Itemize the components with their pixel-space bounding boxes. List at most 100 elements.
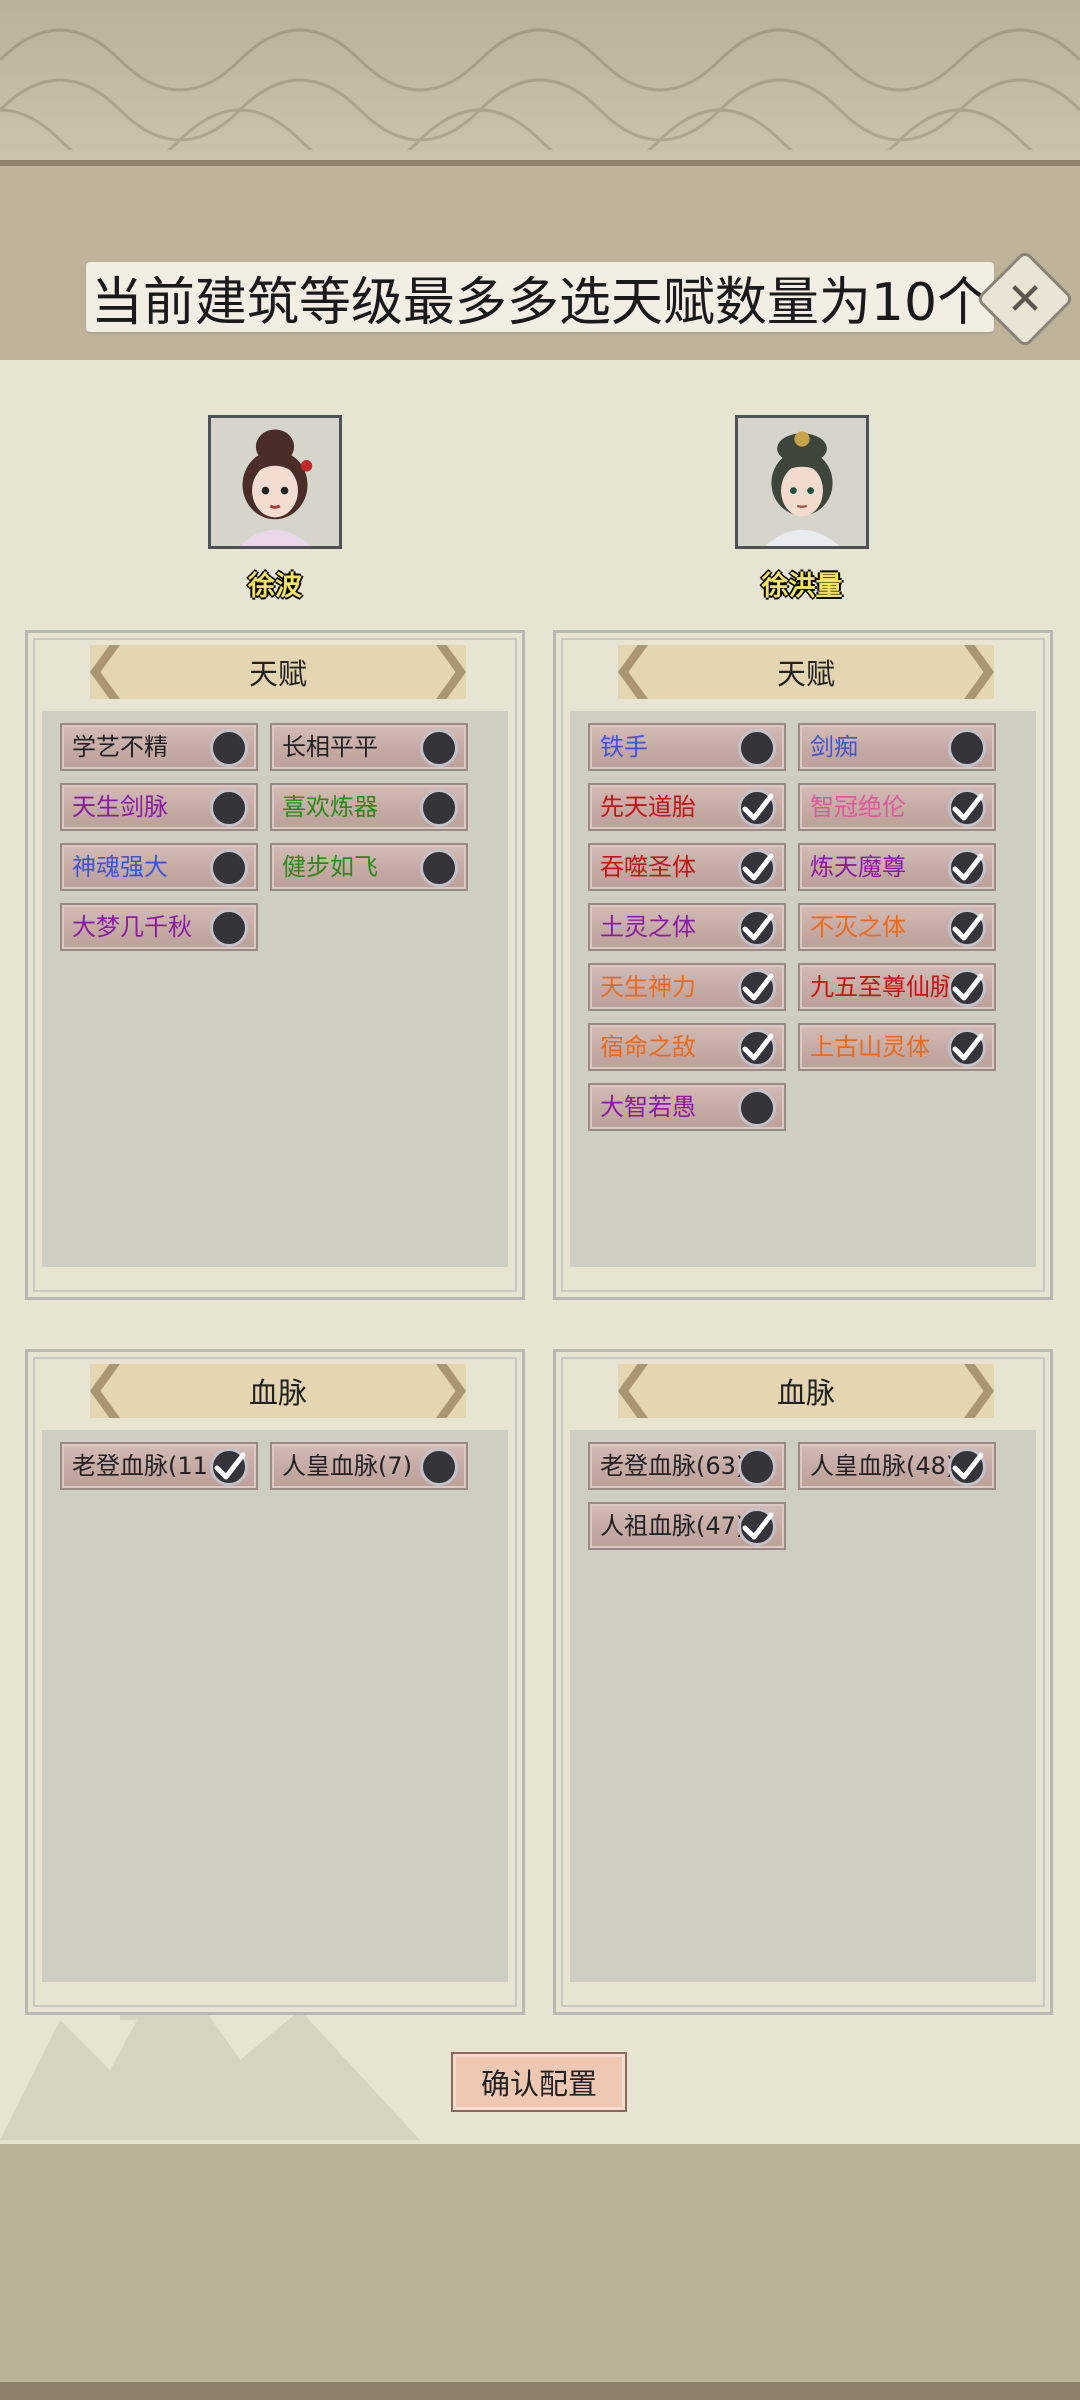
chevron-left-icon — [618, 645, 648, 699]
option-label: 吞噬圣体 — [600, 853, 696, 881]
option-label: 天生剑脉 — [72, 793, 168, 821]
option-label: 人祖血脉(47) — [600, 1512, 746, 1540]
top-decor-band — [0, 0, 1080, 166]
unchecked-toggle-icon[interactable] — [948, 729, 986, 767]
option-chip[interactable]: 人皇血脉(7) — [270, 1442, 468, 1490]
option-chip[interactable]: 大梦几千秋 — [60, 903, 258, 951]
option-chip[interactable]: 人皇血脉(48) — [798, 1442, 996, 1490]
unchecked-toggle-icon[interactable] — [210, 729, 248, 767]
talent-section-character-1: 天赋 学艺不精 长相平平天生剑脉 喜欢炼器 神魂强大 健步如飞大梦几千秋 — [25, 630, 525, 1300]
option-label: 不灭之体 — [810, 913, 906, 941]
option-label: 上古山灵体 — [810, 1033, 930, 1061]
checkmark-icon[interactable] — [738, 789, 776, 827]
option-label: 天生神力 — [600, 973, 696, 1001]
option-label: 大智若愚 — [600, 1093, 696, 1121]
checkmark-icon[interactable] — [948, 789, 986, 827]
unchecked-toggle-icon[interactable] — [420, 729, 458, 767]
option-label: 铁手 — [600, 733, 648, 761]
option-label: 喜欢炼器 — [282, 793, 378, 821]
option-chip[interactable]: 喜欢炼器 — [270, 783, 468, 831]
checkmark-icon[interactable] — [738, 849, 776, 887]
talent-list-area: 铁手 剑痴先天道胎 智冠绝伦吞噬圣体 炼天魔尊土灵之体 不灭之体天生神力 九五至尊仙脉宿命… — [570, 711, 1036, 1267]
option-chip[interactable]: 九五至尊仙脉 — [798, 963, 996, 1011]
checkmark-icon[interactable] — [948, 849, 986, 887]
option-chip[interactable]: 天生剑脉 — [60, 783, 258, 831]
option-label: 先天道胎 — [600, 793, 696, 821]
option-chip[interactable]: 学艺不精 — [60, 723, 258, 771]
chevron-right-icon — [964, 645, 994, 699]
option-chip[interactable]: 上古山灵体 — [798, 1023, 996, 1071]
talent-grid: 学艺不精 长相平平天生剑脉 喜欢炼器 神魂强大 健步如飞大梦几千秋 — [60, 723, 492, 951]
option-chip[interactable]: 铁手 — [588, 723, 786, 771]
talent-list-area: 学艺不精 长相平平天生剑脉 喜欢炼器 神魂强大 健步如飞大梦几千秋 — [42, 711, 508, 1267]
unchecked-toggle-icon[interactable] — [210, 909, 248, 947]
option-label: 土灵之体 — [600, 913, 696, 941]
option-chip[interactable]: 炼天魔尊 — [798, 843, 996, 891]
cloud-pattern-icon — [0, 28, 1080, 150]
chevron-right-icon — [436, 1364, 466, 1418]
bloodline-grid: 老登血脉(63) 人皇血脉(48) 人祖血脉(47) — [588, 1442, 1020, 1550]
option-label: 人皇血脉(7) — [282, 1452, 412, 1480]
bloodline-section-character-2: 血脉 老登血脉(63) 人皇血脉(48) 人祖血脉(47) — [553, 1349, 1053, 2015]
unchecked-toggle-icon[interactable] — [420, 789, 458, 827]
unchecked-toggle-icon[interactable] — [210, 789, 248, 827]
option-label: 宿命之敌 — [600, 1033, 696, 1061]
checkmark-icon[interactable] — [210, 1448, 248, 1486]
unchecked-toggle-icon[interactable] — [420, 1448, 458, 1486]
confirm-config-button[interactable]: 确认配置 — [451, 2052, 627, 2112]
unchecked-toggle-icon[interactable] — [738, 729, 776, 767]
checkmark-icon[interactable] — [738, 909, 776, 947]
option-chip[interactable]: 大智若愚 — [588, 1083, 786, 1131]
female-portrait-icon — [211, 418, 339, 546]
bloodline-grid: 老登血脉(11 人皇血脉(7) — [60, 1442, 492, 1490]
option-chip[interactable]: 剑痴 — [798, 723, 996, 771]
male-portrait-icon — [738, 418, 866, 546]
talent-section-header: 天赋 — [90, 645, 466, 699]
bloodline-section-character-1: 血脉 老登血脉(11 人皇血脉(7) — [25, 1349, 525, 2015]
chevron-left-icon — [90, 1364, 120, 1418]
close-icon[interactable]: ✕ — [990, 264, 1060, 334]
character-name: 徐洪量 — [761, 571, 843, 602]
option-label: 大梦几千秋 — [72, 913, 192, 941]
unchecked-toggle-icon[interactable] — [420, 849, 458, 887]
talent-grid: 铁手 剑痴先天道胎 智冠绝伦吞噬圣体 炼天魔尊土灵之体 不灭之体天生神力 九五至尊仙脉宿命… — [588, 723, 1020, 1131]
unchecked-toggle-icon[interactable] — [210, 849, 248, 887]
character-name: 徐波 — [248, 571, 302, 602]
option-chip[interactable]: 长相平平 — [270, 723, 468, 771]
option-chip[interactable]: 智冠绝伦 — [798, 783, 996, 831]
checkmark-icon[interactable] — [738, 1029, 776, 1067]
option-label: 智冠绝伦 — [810, 793, 906, 821]
option-label: 人皇血脉(48) — [810, 1452, 956, 1480]
option-chip[interactable]: 吞噬圣体 — [588, 843, 786, 891]
option-label: 九五至尊仙脉 — [810, 973, 954, 1001]
checkmark-icon[interactable] — [948, 969, 986, 1007]
chevron-right-icon — [436, 645, 466, 699]
option-label: 老登血脉(11 — [72, 1452, 208, 1480]
checkmark-icon[interactable] — [738, 969, 776, 1007]
bloodline-section-header: 血脉 — [90, 1364, 466, 1418]
unchecked-toggle-icon[interactable] — [738, 1089, 776, 1127]
checkmark-icon[interactable] — [948, 1029, 986, 1067]
talent-section-header: 天赋 — [618, 645, 994, 699]
option-label: 炼天魔尊 — [810, 853, 906, 881]
option-label: 健步如飞 — [282, 853, 378, 881]
option-chip[interactable]: 土灵之体 — [588, 903, 786, 951]
unchecked-toggle-icon[interactable] — [738, 1448, 776, 1486]
option-chip[interactable]: 神魂强大 — [60, 843, 258, 891]
bottom-decor-band — [0, 2144, 1080, 2400]
option-chip[interactable]: 不灭之体 — [798, 903, 996, 951]
talent-limit-banner: 当前建筑等级最多多选天赋数量为10个 — [86, 262, 994, 333]
option-label: 学艺不精 — [72, 733, 168, 761]
checkmark-icon[interactable] — [948, 1448, 986, 1486]
option-chip[interactable]: 天生神力 — [588, 963, 786, 1011]
option-chip[interactable]: 老登血脉(63) — [588, 1442, 786, 1490]
option-chip[interactable]: 健步如飞 — [270, 843, 468, 891]
checkmark-icon[interactable] — [738, 1508, 776, 1546]
option-chip[interactable]: 先天道胎 — [588, 783, 786, 831]
option-chip[interactable]: 人祖血脉(47) — [588, 1502, 786, 1550]
option-chip[interactable]: 老登血脉(11 — [60, 1442, 258, 1490]
chevron-left-icon — [618, 1364, 648, 1418]
option-chip[interactable]: 宿命之敌 — [588, 1023, 786, 1071]
talent-section-character-2: 天赋 铁手 剑痴先天道胎 智冠绝伦吞噬圣体 炼天魔尊土灵之体 不灭之体天生神力 九五至尊仙… — [553, 630, 1053, 1300]
checkmark-icon[interactable] — [948, 909, 986, 947]
